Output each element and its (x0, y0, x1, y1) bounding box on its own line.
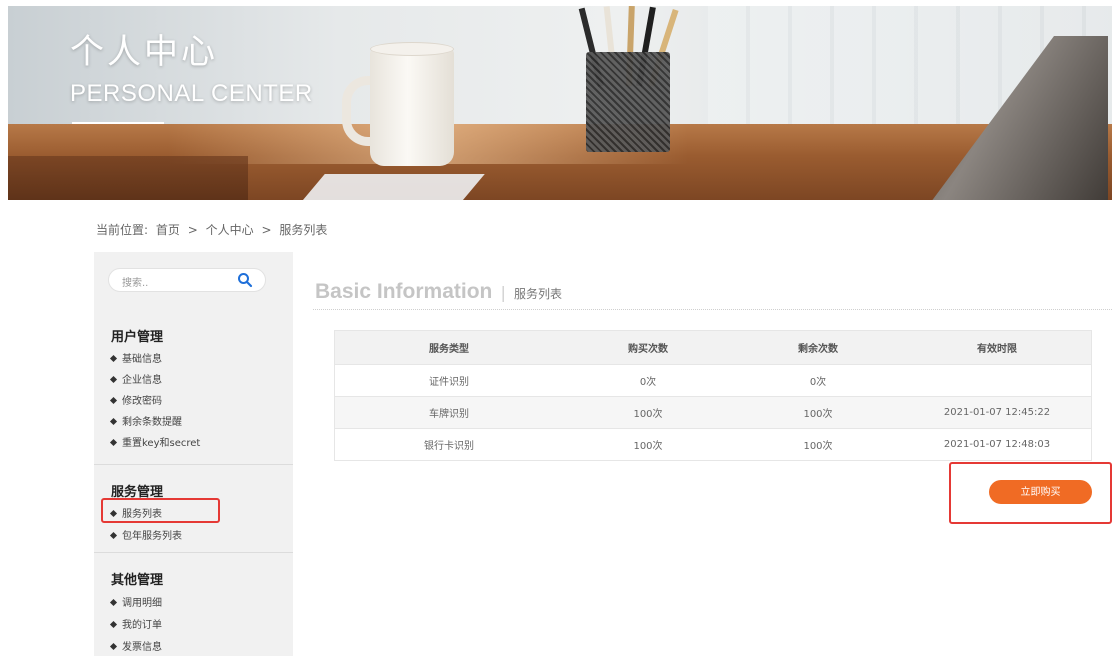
breadcrumb-separator: > (187, 223, 198, 237)
buy-now-button[interactable]: 立即购买 (989, 480, 1092, 504)
sidebar-item-label: 基础信息 (122, 354, 162, 365)
search-input[interactable]: 搜索.. (122, 274, 148, 289)
sidebar-item-reset-key[interactable]: 重置key和secret (109, 434, 201, 449)
table-header-row: 服务类型 购买次数 剩余次数 有效时限 (334, 330, 1092, 365)
bullet-icon (109, 354, 118, 363)
mug-rim (370, 42, 454, 56)
sidebar-item-label: 剩余条数提醒 (122, 417, 182, 428)
mug (370, 48, 454, 166)
pencil-holder (586, 52, 670, 152)
column-header-valid-until: 有效时限 (903, 330, 1092, 365)
cell-purchased: 100次 (563, 428, 733, 461)
breadcrumb-personal-center[interactable]: 个人中心 (206, 223, 254, 237)
bullet-icon (109, 375, 118, 384)
sidebar-item-label: 修改密码 (122, 396, 162, 407)
sidebar-item-label: 发票信息 (122, 642, 162, 653)
sidebar-divider (94, 552, 293, 553)
page-title-en: Basic Information (315, 280, 493, 303)
personal-center-banner: 个人中心 PERSONAL CENTER (8, 6, 1112, 200)
cell-valid-until (903, 364, 1092, 397)
table-row: 证件识别 0次 0次 (334, 364, 1092, 397)
cell-service-type: 证件识别 (334, 364, 563, 397)
cell-purchased: 0次 (563, 364, 733, 397)
sidebar-item-remaining-reminder[interactable]: 剩余条数提醒 (109, 413, 182, 428)
column-header-purchased: 购买次数 (563, 330, 733, 365)
bullet-icon (109, 417, 118, 426)
group-title-other-management: 其他管理 (111, 573, 164, 588)
banner-paper (291, 174, 485, 200)
breadcrumb: 当前位置: 首页 > 个人中心 > 服务列表 (96, 221, 331, 238)
breadcrumb-prefix: 当前位置: (96, 223, 149, 237)
bullet-icon (109, 620, 118, 629)
bullet-icon (109, 598, 118, 607)
cell-remaining: 100次 (733, 428, 903, 461)
sidebar-item-label: 包年服务列表 (122, 531, 182, 542)
sidebar-item-my-orders[interactable]: 我的订单 (109, 616, 162, 631)
bullet-icon (109, 396, 118, 405)
sidebar-item-company-info[interactable]: 企业信息 (109, 371, 162, 386)
column-header-remaining: 剩余次数 (733, 330, 903, 365)
service-table: 服务类型 购买次数 剩余次数 有效时限 证件识别 0次 0次 车牌识别 100次… (334, 330, 1092, 461)
sidebar-divider (94, 464, 293, 465)
banner-desk-shadow (8, 156, 248, 200)
search-icon[interactable] (237, 272, 253, 288)
sidebar-item-change-password[interactable]: 修改密码 (109, 392, 162, 407)
sidebar-item-label: 企业信息 (122, 375, 162, 386)
cell-service-type: 车牌识别 (334, 396, 563, 429)
cell-remaining: 0次 (733, 364, 903, 397)
title-separator: | (500, 283, 506, 302)
page-title: Basic Information | 服务列表 (315, 280, 562, 304)
column-header-service-type: 服务类型 (334, 330, 563, 365)
title-divider (313, 309, 1112, 310)
cell-remaining: 100次 (733, 396, 903, 429)
highlight-box-service-list (101, 498, 220, 523)
page-title-cn: 服务列表 (513, 287, 562, 301)
breadcrumb-current: 服务列表 (279, 223, 328, 237)
group-title-user-management: 用户管理 (111, 330, 164, 345)
bullet-icon (109, 438, 118, 447)
table-row: 银行卡识别 100次 100次 2021-01-07 12:48:03 (334, 428, 1092, 461)
sidebar-item-basic-info[interactable]: 基础信息 (109, 350, 162, 365)
cell-purchased: 100次 (563, 396, 733, 429)
banner-title-cn: 个人中心 (70, 32, 218, 72)
table-row: 车牌识别 100次 100次 2021-01-07 12:45:22 (334, 396, 1092, 429)
search-box[interactable]: 搜索.. (108, 268, 266, 292)
sidebar-item-call-details[interactable]: 调用明细 (109, 594, 162, 609)
cell-valid-until: 2021-01-07 12:45:22 (903, 396, 1092, 429)
bullet-icon (109, 531, 118, 540)
breadcrumb-home[interactable]: 首页 (156, 223, 180, 237)
banner-underline (72, 122, 164, 124)
sidebar: 搜索.. 用户管理 基础信息 企业信息 修改密码 剩余条数提醒 重置key和se… (94, 252, 293, 656)
sidebar-item-label: 调用明细 (122, 598, 162, 609)
sidebar-item-label: 重置key和secret (122, 438, 201, 449)
sidebar-item-invoice-info[interactable]: 发票信息 (109, 638, 162, 653)
banner-title-en: PERSONAL CENTER (70, 80, 313, 107)
bullet-icon (109, 642, 118, 651)
cell-valid-until: 2021-01-07 12:48:03 (903, 428, 1092, 461)
sidebar-item-annual-service-list[interactable]: 包年服务列表 (109, 527, 182, 542)
sidebar-item-label: 我的订单 (122, 620, 162, 631)
breadcrumb-separator: > (261, 223, 272, 237)
cell-service-type: 银行卡识别 (334, 428, 563, 461)
